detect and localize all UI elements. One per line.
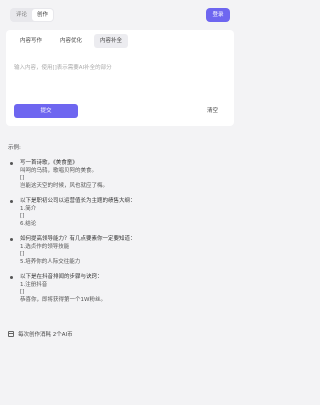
cost-text: 每次创作消耗 2个AI币 bbox=[18, 332, 73, 338]
examples-section: 示例: 写一首诗歌，《美食童》 叫呵的乌鸫，歌唱贝阿的美食。 [] 岂能这天空的… bbox=[8, 143, 230, 312]
example-item[interactable]: 以下是在抖音排闻的步骤与诀窍： 1.注册抖音 [] 恭喜你，即将获得第一个1W粉… bbox=[8, 274, 230, 304]
cost-note: 每次创作消耗 2个AI币 bbox=[8, 330, 73, 338]
bullet-icon bbox=[10, 162, 13, 165]
example-item[interactable]: 以下是职初公司以运营值长为主题的绩售大纲： 1.简介 [] 6.结论 bbox=[8, 198, 230, 228]
mode-switch: 评论 创作 bbox=[10, 8, 54, 22]
calendar-icon bbox=[8, 331, 14, 337]
example-line: [] bbox=[20, 213, 25, 219]
example-line: 恭喜你，即将获得第一个1W粉丝。 bbox=[20, 296, 106, 303]
example-line: 1.选贞作的领导技能 bbox=[20, 243, 70, 250]
example-line: [] bbox=[20, 289, 25, 295]
example-item[interactable]: 写一首诗歌，《美食童》 叫呵的乌鸫，歌唱贝阿的美食。 [] 岂能这天空的时候，风… bbox=[8, 160, 230, 190]
example-line: 6.结论 bbox=[20, 220, 37, 227]
segment-review[interactable]: 评论 bbox=[11, 9, 32, 21]
example-heading: 以下是在抖音排闻的步骤与诀窍： bbox=[20, 274, 103, 280]
editor-card: 内容写作 内容优化 内容补全 输入内容，使用[]表示需要AI补全的部分 提交 清… bbox=[6, 30, 234, 126]
tab-content-writing[interactable]: 内容写作 bbox=[14, 34, 48, 48]
bullet-icon bbox=[10, 276, 13, 279]
example-line: 岂能这天空的时候，风也就应了梅。 bbox=[20, 182, 109, 189]
example-heading: 以下是职初公司以运营值长为主题的绩售大纲： bbox=[20, 198, 136, 204]
example-heading: 写一首诗歌，《美食童》 bbox=[20, 160, 78, 166]
clear-button[interactable]: 清空 bbox=[207, 104, 218, 118]
bullet-icon bbox=[10, 238, 13, 241]
bullet-icon bbox=[10, 200, 13, 203]
example-line: 1.简介 bbox=[20, 205, 37, 212]
tab-content-optimization[interactable]: 内容优化 bbox=[54, 34, 88, 48]
example-line: [] bbox=[20, 175, 25, 181]
editor-tabs: 内容写作 内容优化 内容补全 bbox=[14, 34, 129, 48]
segment-create[interactable]: 创作 bbox=[32, 9, 53, 21]
tab-content-completion[interactable]: 内容补全 bbox=[94, 34, 129, 48]
example-line: 5.培养你的人际交往能力 bbox=[20, 258, 81, 265]
login-button[interactable]: 登录 bbox=[206, 8, 230, 22]
content-input[interactable]: 输入内容，使用[]表示需要AI补全的部分 bbox=[14, 64, 226, 94]
top-bar: 评论 创作 登录 bbox=[6, 6, 234, 26]
example-line: 叫呵的乌鸫，歌唱贝阿的美食。 bbox=[20, 167, 98, 174]
examples-title: 示例: bbox=[8, 145, 21, 151]
example-line: 1.注册抖音 bbox=[20, 281, 48, 288]
example-item[interactable]: 如何提高领导能力？有几点要素你一定要知道： 1.选贞作的领导技能 [] 5.培养… bbox=[8, 236, 230, 266]
example-heading: 如何提高领导能力？有几点要素你一定要知道： bbox=[20, 236, 136, 242]
submit-button[interactable]: 提交 bbox=[14, 104, 78, 118]
example-line: [] bbox=[20, 251, 25, 257]
